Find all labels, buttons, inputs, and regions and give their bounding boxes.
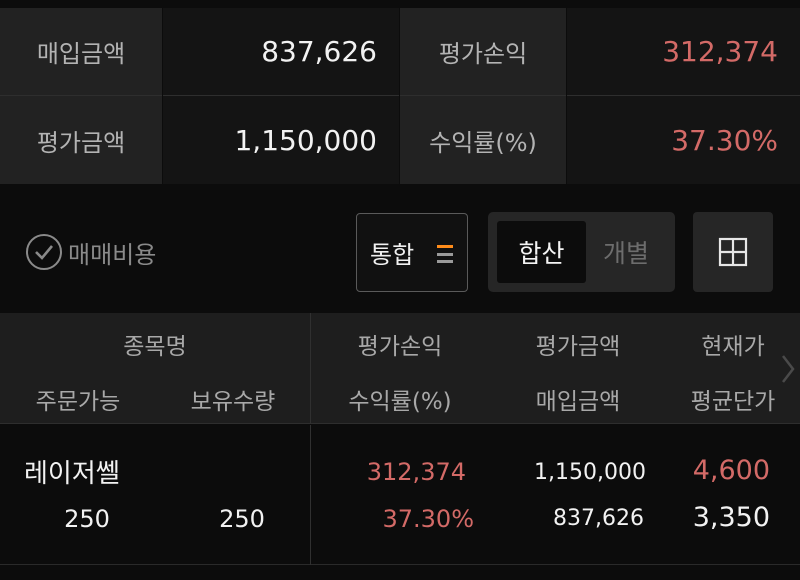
header-holding-qty: 보유수량 bbox=[190, 389, 276, 415]
menu-lines-icon bbox=[437, 245, 453, 263]
check-circle-icon bbox=[26, 234, 62, 270]
fee-label: 매매비용 bbox=[68, 240, 157, 269]
eval-amount-value: 1,150,000 bbox=[163, 96, 399, 184]
header-current-price: 현재가 bbox=[701, 334, 765, 360]
account-combo[interactable]: 통합 bbox=[356, 213, 468, 292]
orderable-qty: 250 bbox=[64, 505, 110, 533]
sum-mode-segment: 합산 개별 bbox=[488, 212, 675, 292]
header-avg-price: 평균단가 bbox=[690, 389, 776, 415]
return-rate-value: 37.30% bbox=[567, 96, 800, 184]
plus-box-icon bbox=[718, 237, 748, 267]
summary-row-1: 매입금액 837,626 평가손익 312,374 bbox=[0, 8, 800, 96]
purchase-amount: 837,626 bbox=[553, 506, 644, 531]
segment-combined[interactable]: 합산 bbox=[497, 221, 586, 283]
chevron-right-icon[interactable] bbox=[780, 353, 796, 385]
segment-individual[interactable]: 개별 bbox=[586, 221, 666, 283]
fee-toggle[interactable]: 매매비용 bbox=[26, 234, 156, 270]
holdings-table-header: 종목명 주문가능 보유수량 평가손익 수익률(%) 평가금액 매입금액 현재가 … bbox=[0, 313, 800, 424]
header-eval-amount: 평가금액 bbox=[535, 334, 621, 360]
summary-row-2: 평가금액 1,150,000 수익률(%) 37.30% bbox=[0, 96, 800, 184]
current-price: 4,600 bbox=[692, 455, 770, 486]
add-grid-button[interactable] bbox=[693, 212, 773, 292]
account-summary: 매입금액 837,626 평가손익 312,374 평가금액 1,150,000… bbox=[0, 8, 800, 184]
controls-bar: 매매비용 통합 합산 개별 bbox=[0, 200, 800, 304]
eval-amount-label: 평가금액 bbox=[0, 96, 162, 184]
return-rate: 37.30% bbox=[382, 505, 474, 533]
purchase-amount-value: 837,626 bbox=[163, 8, 399, 96]
eval-amount: 1,150,000 bbox=[534, 460, 646, 485]
holding-qty: 250 bbox=[219, 505, 265, 533]
header-return-rate: 수익률(%) bbox=[348, 389, 452, 415]
column-divider bbox=[310, 313, 311, 424]
column-divider bbox=[310, 425, 311, 565]
table-row[interactable]: 레이저쎌 250 250 312,374 37.30% 1,150,000 83… bbox=[0, 425, 800, 565]
account-combo-label: 통합 bbox=[370, 241, 415, 269]
header-eval-pl: 평가손익 bbox=[357, 334, 443, 360]
header-purchase-amount: 매입금액 bbox=[535, 389, 621, 415]
eval-pl: 312,374 bbox=[366, 458, 466, 486]
header-orderable: 주문가능 bbox=[35, 389, 121, 415]
header-name: 종목명 bbox=[123, 334, 187, 360]
return-rate-label: 수익률(%) bbox=[400, 96, 566, 184]
eval-pl-value: 312,374 bbox=[567, 8, 800, 96]
stock-name: 레이저쎌 bbox=[24, 459, 120, 489]
eval-pl-label: 평가손익 bbox=[400, 8, 566, 96]
avg-price: 3,350 bbox=[692, 502, 770, 533]
purchase-amount-label: 매입금액 bbox=[0, 8, 162, 96]
